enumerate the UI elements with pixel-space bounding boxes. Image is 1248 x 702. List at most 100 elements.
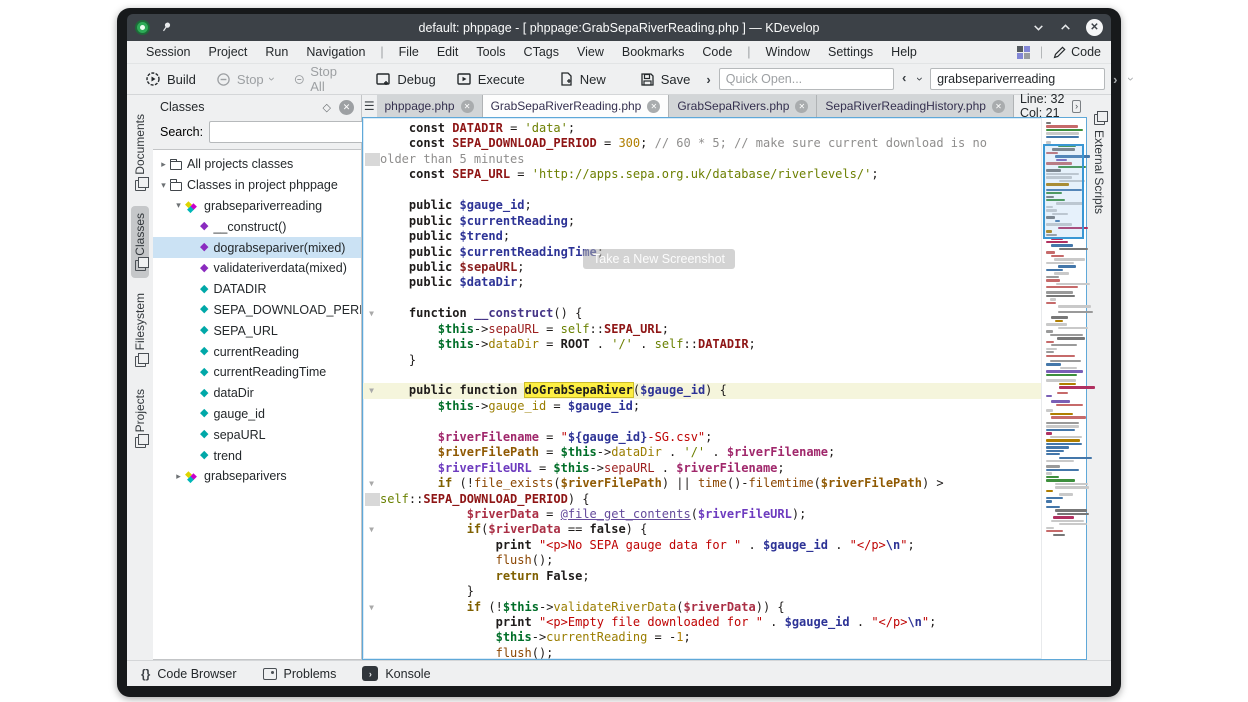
bottom-tab-konsole[interactable]: ›Konsole [362, 666, 430, 681]
code-line[interactable]: public $trend; [363, 229, 1041, 244]
code-line[interactable]: ▼ if (!file_exists($riverFilePath) || ti… [363, 476, 1041, 491]
tree-item-sepaurl[interactable]: ◆sepaURL [153, 424, 361, 445]
search-dropdown-button[interactable]: › [1124, 73, 1138, 85]
code-line[interactable]: return False; [363, 569, 1041, 584]
code-line[interactable]: public $dataDir; [363, 275, 1041, 290]
area-switcher-icon[interactable] [1017, 46, 1030, 59]
detach-panel-icon[interactable]: ◇ [323, 101, 331, 114]
tree-item-__construct-[interactable]: ◆__construct() [153, 216, 361, 237]
menu-edit[interactable]: Edit [428, 43, 468, 61]
menu-help[interactable]: Help [882, 43, 926, 61]
code-line[interactable]: older than 5 minutes [363, 152, 1041, 167]
code-line[interactable]: $this->sepaURL = self::SEPA_URL; [363, 322, 1041, 337]
new-button[interactable]: New [551, 68, 614, 90]
code-line[interactable]: public $sepaURL; [363, 260, 1041, 275]
tree-item-gauge_id[interactable]: ◆gauge_id [153, 404, 361, 425]
code-line[interactable]: } [363, 353, 1041, 368]
tree-item-all-projects-classes[interactable]: ▸All projects classes [153, 154, 361, 175]
split-view-icon[interactable]: › [1072, 100, 1081, 113]
tree-item-sepa_url[interactable]: ◆SEPA_URL [153, 320, 361, 341]
dock-tab-classes[interactable]: Classes [131, 206, 149, 279]
fold-marker-icon[interactable]: ▼ [363, 600, 380, 615]
tree-expander-icon[interactable]: ▸ [172, 471, 185, 482]
code-line[interactable] [363, 291, 1041, 306]
stop-dropdown-icon[interactable]: › [265, 77, 279, 81]
titlebar[interactable]: default: phppage - [ phppage:GrabSepaRiv… [127, 14, 1111, 41]
tree-item-dograbsepariver-mixed-[interactable]: ◆dograbsepariver(mixed) [153, 237, 361, 258]
quickopen-dropdown-button[interactable]: › [913, 73, 927, 85]
tree-item-trend[interactable]: ◆trend [153, 445, 361, 466]
tree-expander-icon[interactable]: ▸ [157, 159, 170, 170]
code-line[interactable]: flush(); [363, 646, 1041, 659]
maximize-button[interactable] [1059, 21, 1072, 34]
code-editor[interactable]: const DATADIR = 'data'; const SEPA_DOWNL… [362, 117, 1087, 660]
code-line[interactable]: $riverData = @file_get_contents($riverFi… [363, 507, 1041, 522]
fold-marker-icon[interactable]: ▼ [363, 306, 380, 321]
code-line[interactable]: ▼ if($riverData == false) { [363, 522, 1041, 537]
build-button[interactable]: Build [137, 68, 204, 90]
code-line[interactable]: public $currentReading; [363, 214, 1041, 229]
document-list-icon[interactable]: ☰ [362, 95, 377, 117]
dock-tab-external-scripts[interactable]: External Scripts [1090, 107, 1108, 221]
menu-tools[interactable]: Tools [467, 43, 514, 61]
fold-marker-icon[interactable]: ▼ [363, 383, 380, 398]
close-panel-icon[interactable]: ✕ [339, 100, 354, 115]
minimize-button[interactable] [1032, 21, 1045, 34]
next-match-button[interactable]: › [1109, 72, 1121, 87]
code-line[interactable]: const DATADIR = 'data'; [363, 121, 1041, 136]
code-line[interactable] [363, 368, 1041, 383]
dock-tab-documents[interactable]: Documents [131, 107, 149, 198]
code-line[interactable]: const SEPA_URL = 'http://apps.sepa.org.u… [363, 167, 1041, 182]
stop-all-button[interactable]: Stop All [286, 61, 350, 97]
quick-open-input[interactable] [719, 68, 894, 90]
menu-run[interactable]: Run [256, 43, 297, 61]
menu-navigation[interactable]: Navigation [297, 43, 374, 61]
bottom-tab-code-browser[interactable]: {}Code Browser [141, 667, 237, 681]
code-area-button[interactable]: Code [1053, 45, 1101, 59]
tab-phppage-php[interactable]: phppage.php✕ [377, 95, 483, 117]
code-line[interactable]: print "<p>No SEPA gauge data for " . $ga… [363, 538, 1041, 553]
menu-settings[interactable]: Settings [819, 43, 882, 61]
tree-item-datadir[interactable]: ◆dataDir [153, 383, 361, 404]
bottom-tab-problems[interactable]: Problems [263, 667, 337, 681]
minimap[interactable] [1041, 118, 1086, 659]
save-button[interactable]: Save [632, 69, 699, 90]
tab-close-icon[interactable]: ✕ [992, 100, 1005, 113]
dock-tab-projects[interactable]: Projects [131, 382, 149, 455]
tab-close-icon[interactable]: ✕ [647, 100, 660, 113]
tree-item-classes-in-project-phppage[interactable]: ▾Classes in project phppage [153, 175, 361, 196]
code-line[interactable]: public $currentReadingTime; [363, 245, 1041, 260]
code-line[interactable]: const SEPA_DOWNLOAD_PERIOD = 300; // 60 … [363, 136, 1041, 151]
code-lines[interactable]: const DATADIR = 'data'; const SEPA_DOWNL… [363, 118, 1041, 659]
tree-item-currentreading[interactable]: ◆currentReading [153, 341, 361, 362]
search-input[interactable] [930, 68, 1105, 90]
code-line[interactable]: self::SEPA_DOWNLOAD_PERIOD) { [363, 492, 1041, 507]
fold-marker-icon[interactable]: ▼ [363, 522, 380, 537]
menu-bookmarks[interactable]: Bookmarks [613, 43, 694, 61]
code-line[interactable]: ▼ public function doGrabSepaRiver($gauge… [363, 383, 1041, 398]
code-line[interactable]: $this->gauge_id = $gauge_id; [363, 399, 1041, 414]
prev-match-button[interactable]: › [898, 72, 910, 87]
tree-expander-icon[interactable]: ▾ [157, 180, 170, 191]
code-line[interactable]: public $gauge_id; [363, 198, 1041, 213]
tree-expander-icon[interactable]: ▾ [172, 200, 185, 211]
menu-code[interactable]: Code [693, 43, 741, 61]
tree-item-grabseparivers[interactable]: ▸◆◆◆grabseparivers [153, 466, 361, 487]
debug-button[interactable]: Debug [367, 68, 443, 90]
execute-button[interactable]: Execute [448, 68, 533, 90]
tab-close-icon[interactable]: ✕ [795, 100, 808, 113]
close-button[interactable]: ✕ [1086, 19, 1103, 36]
menu-window[interactable]: Window [757, 43, 819, 61]
stop-button[interactable]: Stop › [208, 69, 282, 90]
tree-item-validateriverdata-mixed-[interactable]: ◆validateriverdata(mixed) [153, 258, 361, 279]
minimap-viewport[interactable] [1043, 144, 1084, 239]
code-line[interactable]: $this->dataDir = ROOT . '/' . self::DATA… [363, 337, 1041, 352]
tab-close-icon[interactable]: ✕ [461, 100, 474, 113]
pin-icon[interactable] [157, 19, 174, 37]
tree-item-grabsepariverreading[interactable]: ▾◆◆◆grabsepariverreading [153, 196, 361, 217]
menu-session[interactable]: Session [137, 43, 199, 61]
menu-view[interactable]: View [568, 43, 613, 61]
code-line[interactable]: $riverFilePath = $this->dataDir . '/' . … [363, 445, 1041, 460]
toolbar-overflow-button[interactable]: › [702, 72, 714, 87]
code-line[interactable]: $riverFileURL = $this->sepaURL . $riverF… [363, 461, 1041, 476]
